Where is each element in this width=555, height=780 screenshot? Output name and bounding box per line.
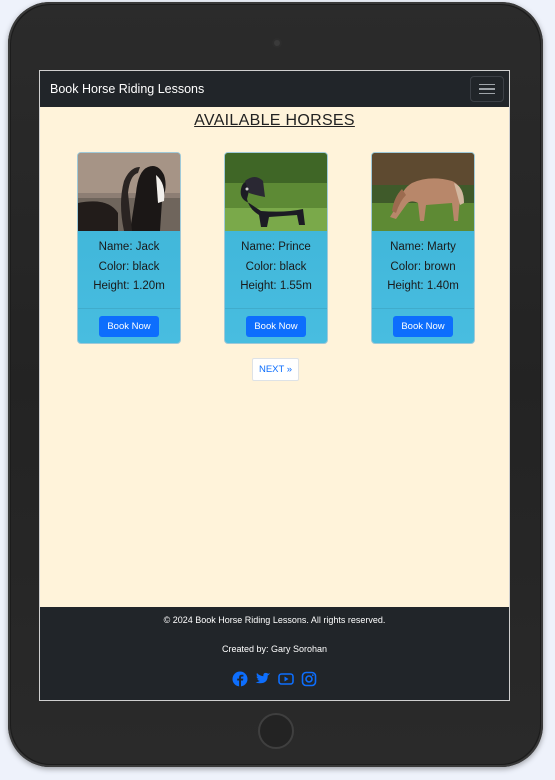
horse-image-jack <box>78 153 180 231</box>
horse-color: Color: brown <box>390 260 456 273</box>
home-button[interactable] <box>258 713 294 749</box>
screen: Book Horse Riding Lessons AVAILABLE HORS… <box>39 70 510 701</box>
horse-color: Color: black <box>98 260 160 273</box>
tablet-frame: Book Horse Riding Lessons AVAILABLE HORS… <box>8 2 543 767</box>
next-page-link[interactable]: NEXT » <box>252 358 299 381</box>
social-links <box>40 671 509 687</box>
book-now-button[interactable]: Book Now <box>393 315 453 337</box>
camera-lens-icon <box>272 38 282 48</box>
youtube-icon[interactable] <box>278 671 294 687</box>
horse-height: Height: 1.55m <box>240 280 312 292</box>
credits-text: Created by: Gary Sorohan <box>221 644 328 654</box>
horse-name: Name: Marty <box>390 241 456 253</box>
page-title: AVAILABLE HORSES <box>194 112 355 129</box>
horse-card: Name: Jack Color: black Height: 1.20m Bo… <box>77 152 181 344</box>
navbar: Book Horse Riding Lessons <box>40 71 509 107</box>
horse-card-body: Name: Prince Color: black Height: 1.55m <box>225 231 327 297</box>
horse-card: Name: Marty Color: brown Height: 1.40m B… <box>371 152 475 344</box>
instagram-icon[interactable] <box>301 671 317 687</box>
horse-name: Name: Jack <box>98 241 160 253</box>
horse-name: Name: Prince <box>241 241 311 253</box>
horse-card-footer: Book Now <box>78 308 180 343</box>
horse-image-marty <box>372 153 474 231</box>
footer: © 2024 Book Horse Riding Lessons. All ri… <box>40 607 509 700</box>
twitter-icon[interactable] <box>255 671 271 687</box>
copyright-text: © 2024 Book Horse Riding Lessons. All ri… <box>163 615 386 625</box>
horse-height: Height: 1.20m <box>93 280 165 292</box>
book-now-button[interactable]: Book Now <box>246 315 306 337</box>
horse-card-body: Name: Marty Color: brown Height: 1.40m <box>372 231 474 297</box>
facebook-icon[interactable] <box>232 671 248 687</box>
horse-card-body: Name: Jack Color: black Height: 1.20m <box>78 231 180 297</box>
horse-height: Height: 1.40m <box>387 280 459 292</box>
navbar-toggler-button[interactable] <box>470 76 504 102</box>
horse-image-prince <box>225 153 327 231</box>
horse-card-footer: Book Now <box>372 308 474 343</box>
horse-color: Color: black <box>245 260 307 273</box>
horse-card: Name: Prince Color: black Height: 1.55m … <box>224 152 328 344</box>
hamburger-icon <box>479 83 495 86</box>
book-now-button[interactable]: Book Now <box>99 315 159 337</box>
horse-card-footer: Book Now <box>225 308 327 343</box>
navbar-brand[interactable]: Book Horse Riding Lessons <box>50 82 204 96</box>
